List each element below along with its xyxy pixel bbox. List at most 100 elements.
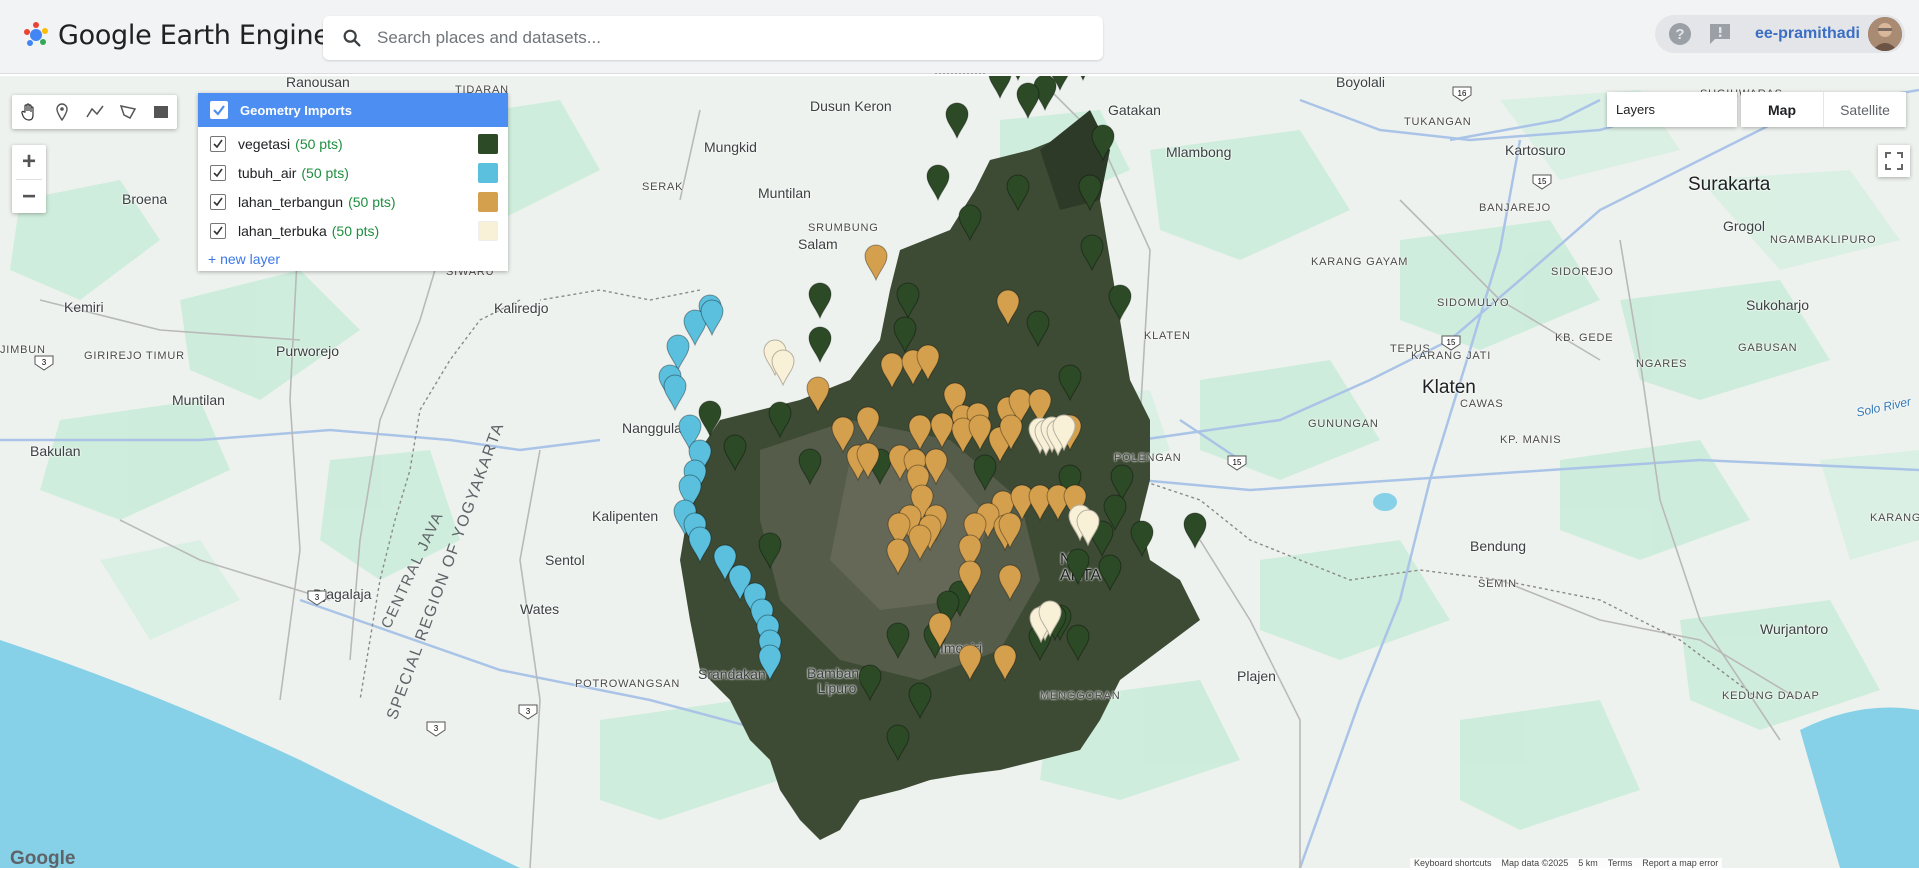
fullscreen-icon xyxy=(1885,152,1903,170)
vegetasi-marker[interactable] xyxy=(723,434,747,472)
fullscreen-button[interactable] xyxy=(1878,145,1910,177)
vegetasi-marker[interactable] xyxy=(768,401,792,439)
layer-checkbox[interactable] xyxy=(210,222,226,239)
vegetasi-marker[interactable] xyxy=(893,316,917,354)
vegetasi-marker[interactable] xyxy=(808,282,832,320)
vegetasi-marker[interactable] xyxy=(1026,310,1050,348)
draw-rectangle-button[interactable] xyxy=(144,95,177,129)
geometry-layer-row[interactable]: lahan_terbuka (50 pts) xyxy=(198,216,508,245)
vegetasi-marker[interactable] xyxy=(1078,174,1102,212)
vegetasi-marker[interactable] xyxy=(908,682,932,720)
search-input[interactable] xyxy=(377,28,1103,48)
geometry-layer-row[interactable]: lahan_terbangun (50 pts) xyxy=(198,187,508,216)
vegetasi-marker[interactable] xyxy=(958,204,982,242)
lahan_terbuka-marker[interactable] xyxy=(771,349,795,387)
vegetasi-marker[interactable] xyxy=(1066,624,1090,662)
help-icon[interactable]: ? xyxy=(1667,21,1693,47)
pan-tool-button[interactable] xyxy=(12,95,45,129)
vegetasi-marker[interactable] xyxy=(926,164,950,202)
vegetasi-marker[interactable] xyxy=(896,282,920,320)
lahan_terbangun-marker[interactable] xyxy=(930,412,954,450)
vegetasi-marker[interactable] xyxy=(1098,554,1122,592)
tubuh_air-marker[interactable] xyxy=(700,299,724,337)
vegetasi-marker[interactable] xyxy=(1183,512,1207,550)
layer-checkbox[interactable] xyxy=(210,164,226,181)
draw-line-icon xyxy=(85,105,104,118)
lahan_terbangun-marker[interactable] xyxy=(968,414,992,452)
map-type-map-button[interactable]: Map xyxy=(1741,92,1823,127)
avatar[interactable] xyxy=(1867,17,1902,51)
vegetasi-marker[interactable] xyxy=(808,326,832,364)
vegetasi-marker[interactable] xyxy=(1066,548,1090,586)
vegetasi-marker[interactable] xyxy=(973,454,997,492)
vegetasi-marker[interactable] xyxy=(988,76,1012,100)
lahan_terbangun-marker[interactable] xyxy=(880,352,904,390)
geometry-layer-row[interactable]: vegetasi (50 pts) xyxy=(198,129,508,158)
zoom-in-button[interactable]: + xyxy=(12,145,46,179)
vegetasi-marker[interactable] xyxy=(1108,284,1132,322)
layer-checkbox[interactable] xyxy=(210,193,226,210)
vegetasi-marker[interactable] xyxy=(1072,76,1094,82)
vegetasi-marker[interactable] xyxy=(945,102,969,140)
layer-color-swatch[interactable] xyxy=(478,162,498,183)
lahan_terbangun-marker[interactable] xyxy=(998,564,1022,602)
layer-color-swatch[interactable] xyxy=(478,191,498,212)
lahan_terbangun-marker[interactable] xyxy=(864,244,888,282)
layer-name[interactable]: tubuh_air xyxy=(238,165,296,181)
vegetasi-marker[interactable] xyxy=(1091,124,1115,162)
top-bar: Google Earth Engine ? ee-pramithadi xyxy=(0,0,1919,74)
lahan_terbangun-marker[interactable] xyxy=(856,406,880,444)
geometry-layer-row[interactable]: tubuh_air (50 pts) xyxy=(198,158,508,187)
lahan_terbangun-marker[interactable] xyxy=(886,538,910,576)
lahan_terbangun-marker[interactable] xyxy=(908,524,932,562)
keyboard-shortcuts-link[interactable]: Keyboard shortcuts xyxy=(1414,858,1492,868)
lahan_terbangun-marker[interactable] xyxy=(958,644,982,682)
vegetasi-marker[interactable] xyxy=(1058,364,1082,402)
layer-name[interactable]: vegetasi xyxy=(238,136,290,152)
map-type-satellite-button[interactable]: Satellite xyxy=(1823,92,1906,127)
vegetasi-marker[interactable] xyxy=(758,532,782,570)
lahan_terbangun-marker[interactable] xyxy=(993,644,1017,682)
lahan_terbangun-marker[interactable] xyxy=(1028,484,1052,522)
vegetasi-marker[interactable] xyxy=(1080,234,1104,272)
pan-hand-icon xyxy=(20,103,34,121)
layer-name[interactable]: lahan_terbuka xyxy=(238,223,327,239)
search-bar[interactable] xyxy=(323,16,1103,60)
vegetasi-marker[interactable] xyxy=(858,664,882,702)
draw-shape-button[interactable] xyxy=(111,95,144,129)
zoom-out-button[interactable]: − xyxy=(12,180,46,214)
app-logo[interactable]: Google Earth Engine xyxy=(22,18,330,52)
vegetasi-marker[interactable] xyxy=(1130,520,1154,558)
vegetasi-marker[interactable] xyxy=(798,448,822,486)
draw-shape-icon xyxy=(119,104,136,119)
lahan_terbangun-marker[interactable] xyxy=(916,344,940,382)
feedback-icon[interactable] xyxy=(1707,21,1733,47)
draw-line-button[interactable] xyxy=(78,95,111,129)
layer-color-swatch[interactable] xyxy=(478,133,498,154)
layers-button[interactable]: Layers xyxy=(1607,92,1737,127)
username[interactable]: ee-pramithadi xyxy=(1755,25,1860,43)
google-logo[interactable]: Google xyxy=(10,848,75,870)
lahan_terbangun-marker[interactable] xyxy=(996,289,1020,327)
new-layer-link[interactable]: + new layer xyxy=(208,251,280,267)
vegetasi-marker[interactable] xyxy=(886,724,910,762)
tubuh_air-marker[interactable] xyxy=(758,644,782,682)
add-marker-button[interactable] xyxy=(45,95,78,129)
check-icon xyxy=(213,226,223,235)
tubuh_air-marker[interactable] xyxy=(663,374,687,412)
lahan_terbangun-marker[interactable] xyxy=(831,416,855,454)
lahan_terbangun-marker[interactable] xyxy=(908,414,932,452)
report-error-link[interactable]: Report a map error xyxy=(1642,858,1718,868)
lahan_terbangun-marker[interactable] xyxy=(806,376,830,414)
geometry-imports-checkbox[interactable] xyxy=(210,101,228,119)
layer-checkbox[interactable] xyxy=(210,135,226,152)
layer-name[interactable]: lahan_terbangun xyxy=(238,194,343,210)
scale-text[interactable]: 5 km xyxy=(1578,858,1598,868)
terms-link[interactable]: Terms xyxy=(1608,858,1633,868)
vegetasi-marker[interactable] xyxy=(886,622,910,660)
vegetasi-marker[interactable] xyxy=(1016,82,1040,120)
tubuh_air-marker[interactable] xyxy=(688,526,712,564)
layer-color-swatch[interactable] xyxy=(478,220,498,241)
vegetasi-marker[interactable] xyxy=(698,400,722,438)
vegetasi-marker[interactable] xyxy=(1006,174,1030,212)
